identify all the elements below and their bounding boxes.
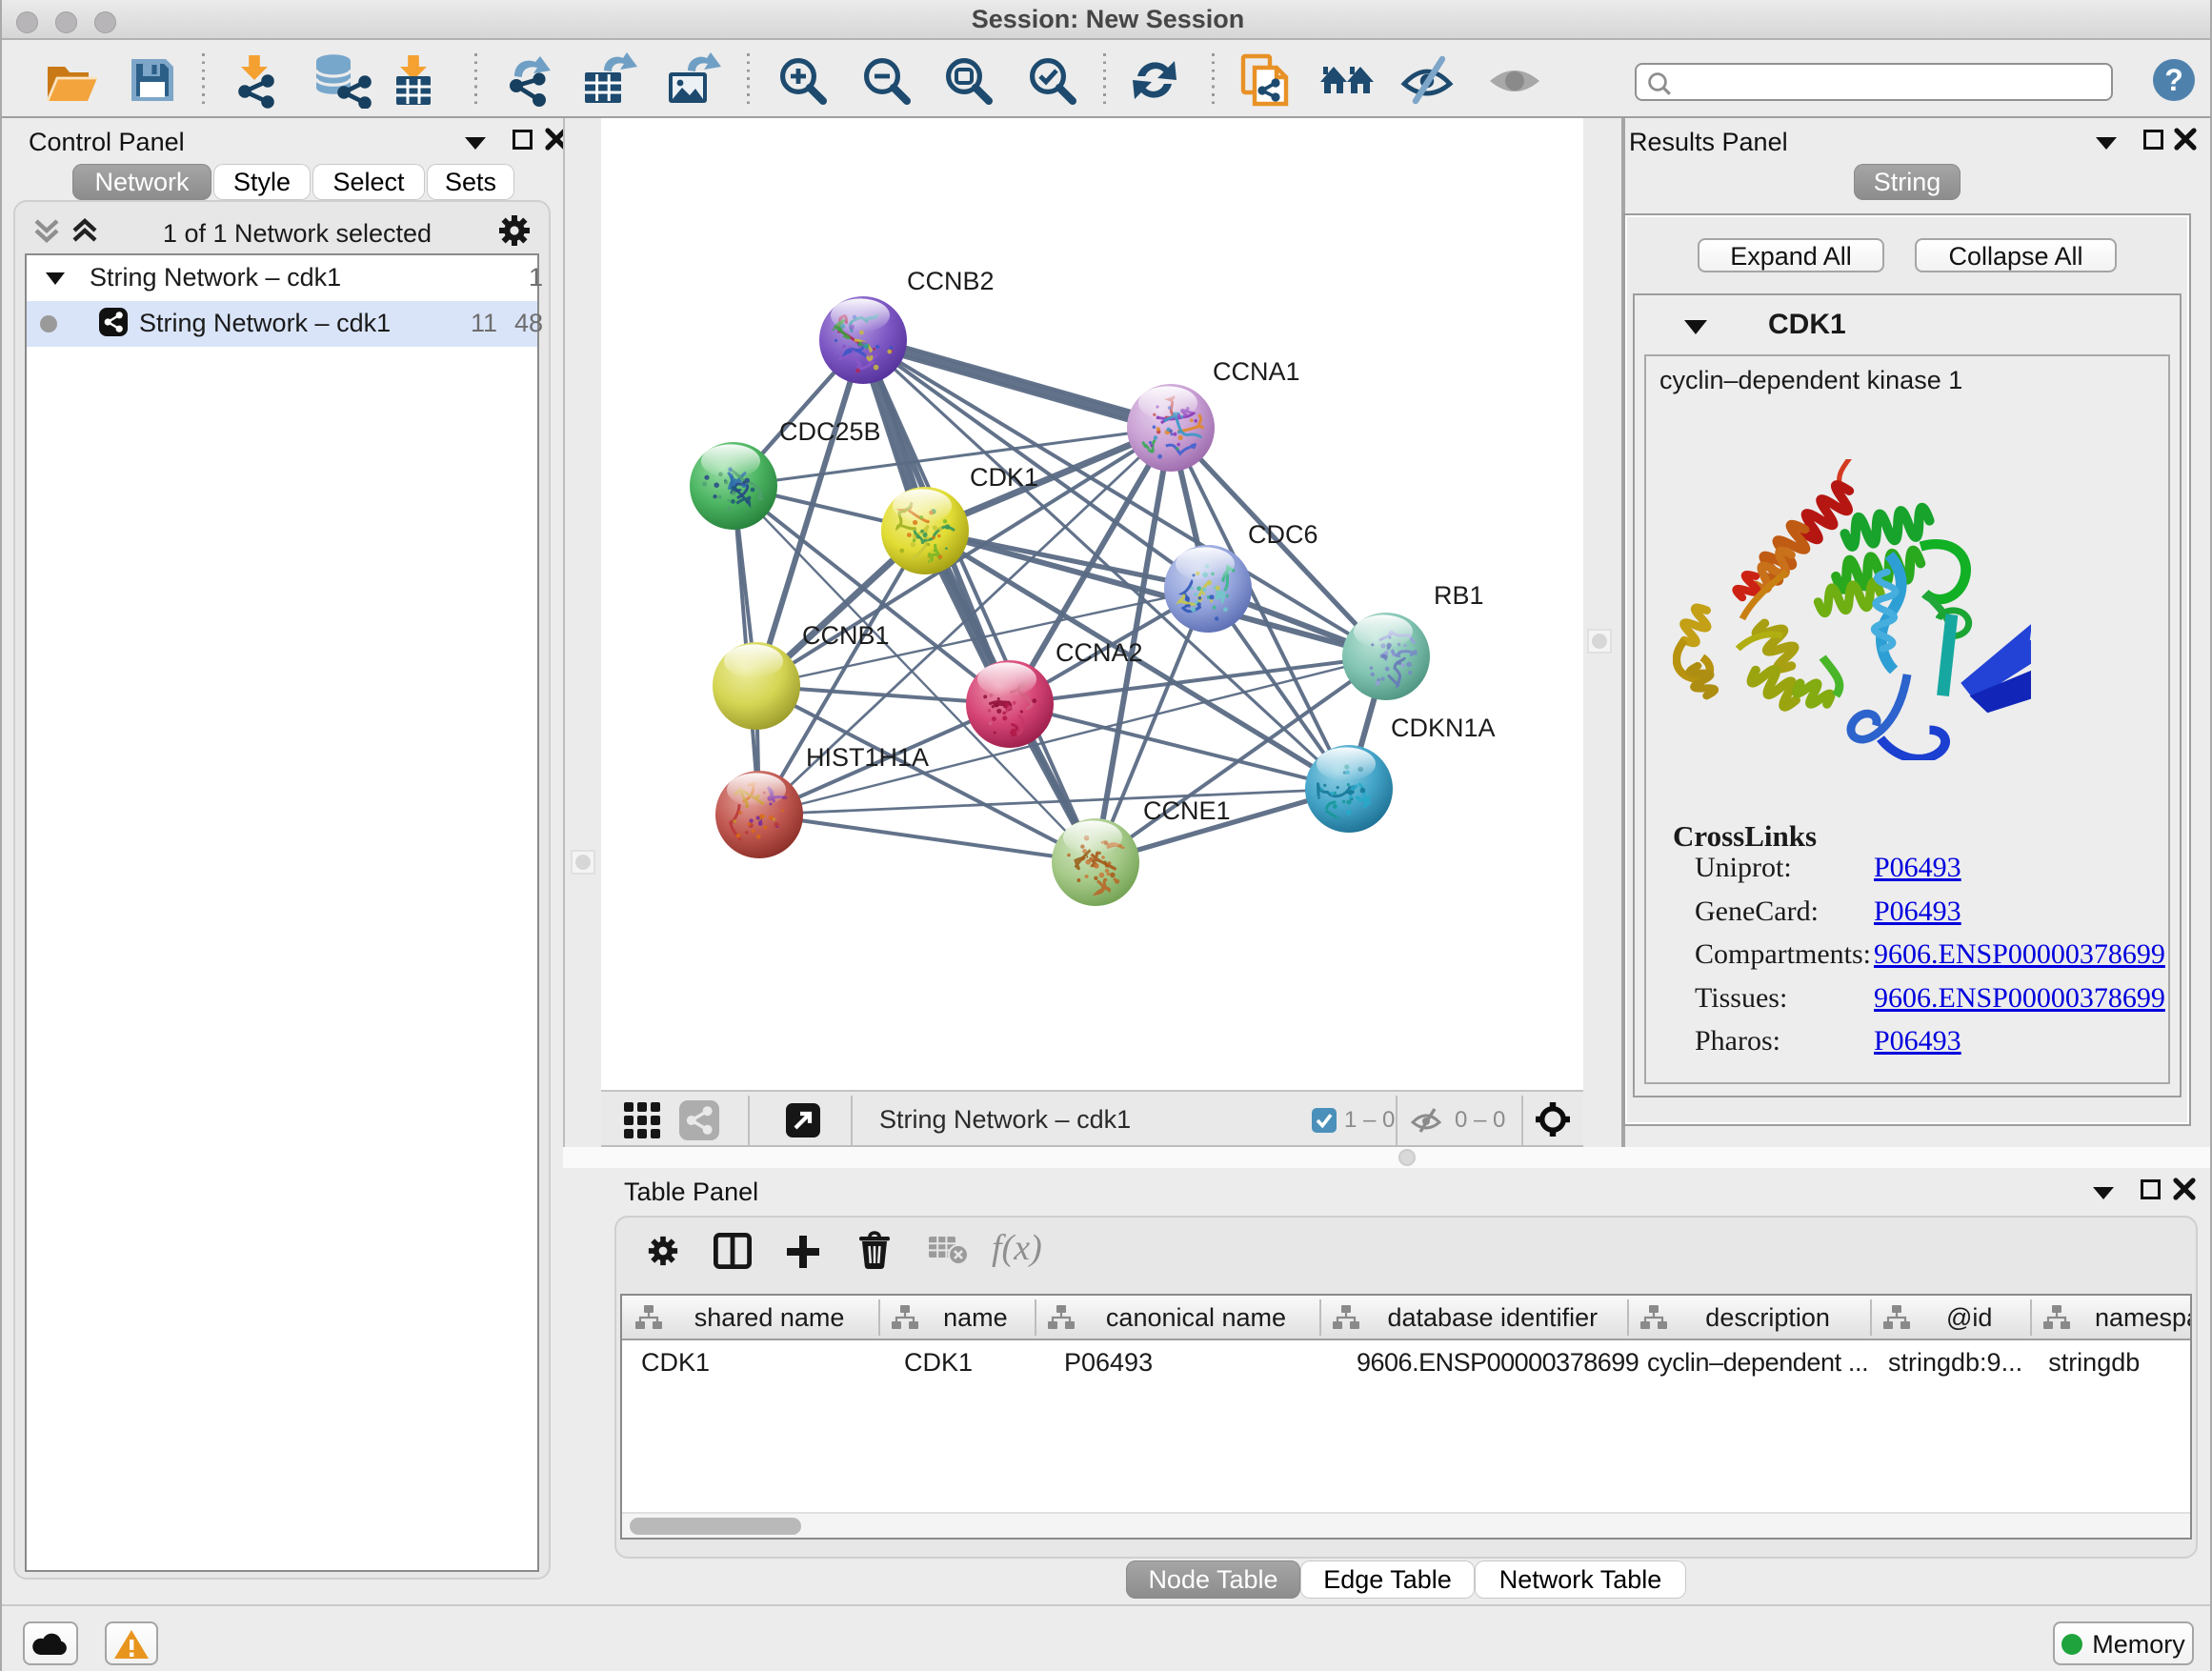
svg-text:?: ? xyxy=(2164,63,2183,97)
svg-text:CDK1: CDK1 xyxy=(970,463,1038,492)
svg-text:HIST1H1A: HIST1H1A xyxy=(806,743,929,772)
svg-text:CDC6: CDC6 xyxy=(1248,520,1318,549)
svg-text:CDC25B: CDC25B xyxy=(779,417,881,446)
svg-text:CDKN1A: CDKN1A xyxy=(1391,714,1496,742)
svg-text:RB1: RB1 xyxy=(1434,581,1484,610)
svg-text:CCNA2: CCNA2 xyxy=(1056,638,1143,667)
svg-text:CCNA1: CCNA1 xyxy=(1213,357,1300,386)
svg-text:CCNE1: CCNE1 xyxy=(1143,796,1231,825)
svg-text:CCNB2: CCNB2 xyxy=(907,267,995,295)
svg-text:CCNB1: CCNB1 xyxy=(802,621,890,650)
